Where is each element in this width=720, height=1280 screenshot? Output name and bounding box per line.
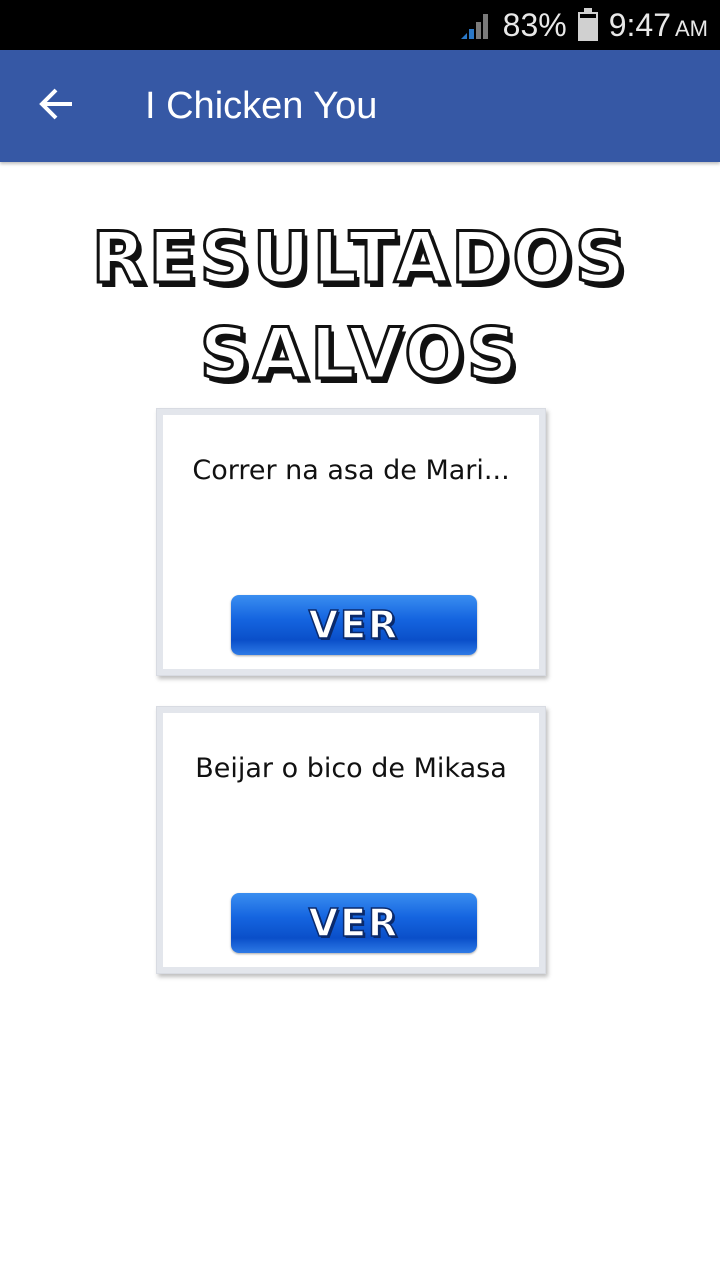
ver-button[interactable]: VER — [231, 595, 477, 655]
card-body: Beijar o bico de Mikasa VER — [165, 715, 537, 965]
arrow-left-icon — [38, 88, 74, 124]
ver-button-label: VER — [308, 602, 400, 648]
ver-button[interactable]: VER — [231, 893, 477, 953]
clock-ampm: AM — [675, 16, 708, 41]
card-title: Correr na asa de Mari... — [192, 455, 510, 486]
card-body: Correr na asa de Mari... VER — [165, 417, 537, 667]
status-bar: 83% 9:47 AM — [0, 0, 720, 50]
heading-line-2: SALVOS — [198, 312, 521, 397]
app-title: I Chicken You — [145, 85, 378, 127]
status-indicators: 83% 9:47 AM — [459, 0, 708, 50]
clock: 9:47 AM — [609, 0, 708, 50]
heading-line-1: RESULTADOS — [90, 216, 629, 301]
page-heading: RESULTADOS SALVOS — [0, 210, 720, 402]
app-bar: I Chicken You — [0, 50, 720, 162]
ver-button-label: VER — [308, 900, 400, 946]
saved-result-card: Correr na asa de Mari... VER — [156, 408, 546, 676]
signal-icon — [459, 9, 493, 41]
back-button[interactable] — [20, 78, 92, 134]
battery-percent: 83% — [502, 7, 567, 43]
saved-result-card: Beijar o bico de Mikasa VER — [156, 706, 546, 974]
card-title: Beijar o bico de Mikasa — [195, 753, 507, 784]
clock-time: 9:47 — [608, 7, 671, 43]
battery-icon — [577, 8, 599, 42]
